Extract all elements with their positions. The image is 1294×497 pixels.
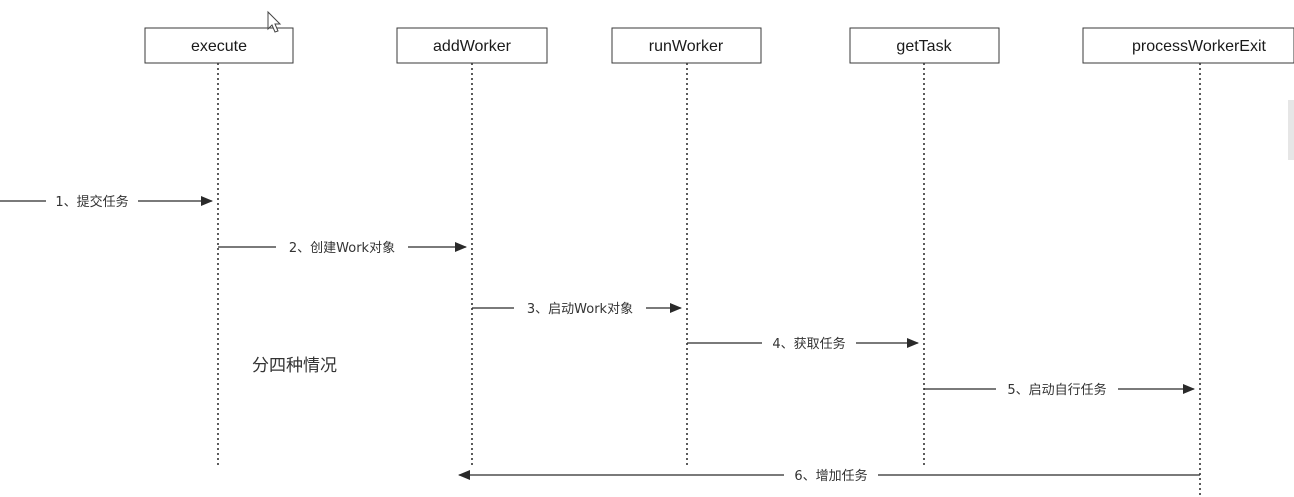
message-2-create-worker: 2、创建Work对象 xyxy=(218,238,467,256)
participant-label: getTask xyxy=(896,38,952,55)
participant-label: execute xyxy=(191,38,247,55)
message-3-start-worker: 3、启动Work对象 xyxy=(472,299,682,317)
message-label: 3、启动Work对象 xyxy=(527,302,633,317)
message-4-get-task: 4、获取任务 xyxy=(687,334,919,352)
message-label: 5、启动自行任务 xyxy=(1007,382,1106,398)
participant-execute: execute xyxy=(144,27,294,64)
participant-getTask: getTask xyxy=(849,27,1000,64)
message-label: 6、增加任务 xyxy=(794,468,867,484)
four-cases-note: 分四种情况 xyxy=(252,356,337,376)
message-5-run-task: 5、启动自行任务 xyxy=(924,380,1195,398)
message-6-add-task: 6、增加任务 xyxy=(458,466,1200,484)
participant-label: processWorkerExit xyxy=(1132,38,1267,55)
participant-label: runWorker xyxy=(649,38,724,55)
message-1-submit-task: 1、提交任务 xyxy=(0,192,213,210)
message-label: 1、提交任务 xyxy=(55,194,128,210)
edge-mark xyxy=(1288,100,1294,160)
participant-processWorkerExit: processWorkerExit xyxy=(1082,27,1294,64)
participant-label: addWorker xyxy=(433,38,512,55)
message-label: 4、获取任务 xyxy=(772,336,845,352)
participant-runWorker: runWorker xyxy=(611,27,762,64)
message-label: 2、创建Work对象 xyxy=(289,241,395,256)
sequence-diagram: execute addWorker runWorker getTask proc… xyxy=(0,10,1294,497)
participant-addWorker: addWorker xyxy=(396,27,548,64)
